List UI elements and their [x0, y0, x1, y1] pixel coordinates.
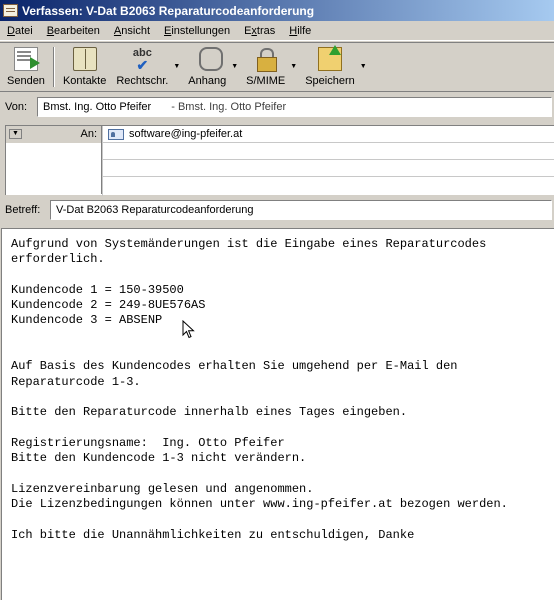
- body-line: Aufgrund von Systemänderungen ist die Ei…: [11, 237, 487, 251]
- chevron-down-icon[interactable]: ▼: [9, 129, 22, 139]
- toolbar-separator: [52, 47, 55, 87]
- body-line: Die Lizenzbedingungen können unter www.i…: [11, 497, 508, 512]
- menu-hilfe[interactable]: Hilfe: [282, 25, 318, 37]
- smime-dropdown-icon[interactable]: ▼: [290, 63, 297, 70]
- message-body[interactable]: Aufgrund von Systemänderungen ist die Ei…: [1, 228, 554, 600]
- subject-row: Betreff: V-Dat B2063 Reparaturcodeanford…: [0, 199, 554, 221]
- recipient-row[interactable]: ▼ An: software@ing-pfeifer.at: [6, 126, 554, 143]
- from-identity: - Bmst. Ing. Otto Pfeifer: [171, 101, 287, 113]
- paperclip-icon: [198, 47, 223, 71]
- attach-label: Anhang: [188, 75, 227, 87]
- spellcheck-label: Rechtschr.: [116, 75, 169, 87]
- recipient-type-label: An:: [80, 128, 97, 140]
- window-title: Verfassen: V-Dat B2063 Reparaturcodeanfo…: [22, 3, 315, 18]
- from-label: Von:: [5, 101, 28, 113]
- body-line: Reparaturcode 1-3.: [11, 374, 141, 389]
- spellcheck-button[interactable]: abc ✔ Rechtschr.: [111, 43, 173, 89]
- recipient-type-empty[interactable]: [6, 177, 102, 194]
- recipient-address-text: software@ing-pfeifer.at: [129, 128, 243, 140]
- body-line: Registrierungsname: Ing. Otto Pfeifer: [11, 435, 285, 450]
- body-line: Kundencode 2 = 249-8UE576AS: [11, 298, 206, 313]
- menu-bearbeiten[interactable]: Bearbeiten: [40, 25, 107, 37]
- body-line: [11, 421, 554, 436]
- recipient-address[interactable]: software@ing-pfeifer.at: [108, 128, 242, 140]
- recipient-type-empty[interactable]: [6, 160, 102, 177]
- body-line: Lizenzvereinbarung gelesen und angenomme…: [11, 481, 314, 496]
- recipient-list[interactable]: ▼ An: software@ing-pfeifer.at: [5, 125, 554, 196]
- body-line: Bitte den Kundencode 1-3 nicht verändern…: [11, 451, 307, 466]
- body-line: Kundencode 1 = 150-39500: [11, 282, 184, 297]
- save-icon: [317, 45, 342, 71]
- subject-input[interactable]: V-Dat B2063 Reparaturcodeanforderung: [50, 200, 552, 220]
- save-label: Speichern: [305, 75, 355, 87]
- body-line: Kundencode 3 = ABSENP: [11, 313, 163, 328]
- save-button[interactable]: Speichern: [300, 43, 360, 89]
- mouse-pointer-icon: [182, 320, 195, 339]
- smime-button[interactable]: S/MIME: [241, 43, 290, 89]
- subject-label: Betreff:: [5, 204, 41, 216]
- toolbar: Senden Kontakte abc ✔ Rechtschr. ▼ Anhang…: [0, 42, 554, 92]
- subject-text: V-Dat B2063 Reparaturcodeanforderung: [56, 204, 254, 216]
- attach-button[interactable]: Anhang: [183, 43, 231, 89]
- recipient-type-empty[interactable]: [6, 143, 102, 160]
- address-book-icon: [72, 47, 97, 71]
- send-button[interactable]: Senden: [2, 43, 50, 89]
- spellcheck-dropdown-icon[interactable]: ▼: [173, 63, 180, 70]
- body-line: Bitte den Reparaturcode innerhalb eines …: [11, 405, 408, 420]
- body-line: [11, 466, 554, 481]
- menu-bar: Datei Bearbeiten Ansicht Einstellungen E…: [0, 21, 554, 41]
- attach-dropdown-icon[interactable]: ▼: [231, 63, 238, 70]
- body-line: erforderlich.: [11, 252, 105, 267]
- menu-extras[interactable]: Extras: [237, 25, 282, 37]
- body-line: [11, 268, 554, 283]
- from-name: Bmst. Ing. Otto Pfeifer: [43, 101, 152, 113]
- send-icon: [13, 47, 40, 71]
- save-dropdown-icon[interactable]: ▼: [360, 63, 367, 70]
- recipient-type-select[interactable]: ▼ An:: [6, 126, 102, 143]
- menu-ansicht[interactable]: Ansicht: [107, 25, 157, 37]
- lock-icon: [254, 47, 278, 72]
- compose-icon: [3, 4, 18, 17]
- contact-card-icon: [108, 128, 124, 140]
- body-line: Ich bitte die Unannähmlichkeiten zu ents…: [11, 527, 415, 542]
- body-line: [11, 329, 554, 344]
- recipient-row-empty[interactable]: [6, 143, 554, 160]
- body-line: [11, 512, 554, 527]
- send-label: Senden: [7, 75, 45, 87]
- title-bar[interactable]: Verfassen: V-Dat B2063 Reparaturcodeanfo…: [0, 0, 554, 21]
- body-line: [11, 344, 554, 359]
- smime-label: S/MIME: [246, 75, 286, 87]
- from-row: Von: Bmst. Ing. Otto Pfeifer - Bmst. Ing…: [0, 96, 554, 118]
- recipient-row-empty[interactable]: [6, 160, 554, 177]
- menu-einstellungen[interactable]: Einstellungen: [157, 25, 237, 37]
- menu-datei[interactable]: Datei: [0, 25, 40, 37]
- contacts-button[interactable]: Kontakte: [58, 43, 111, 89]
- body-line: [11, 390, 554, 405]
- body-line: Auf Basis des Kundencodes erhalten Sie u…: [11, 359, 458, 374]
- spellcheck-icon: abc ✔: [132, 47, 152, 73]
- contacts-label: Kontakte: [62, 75, 107, 87]
- recipient-row-empty[interactable]: [6, 177, 554, 194]
- from-select[interactable]: Bmst. Ing. Otto Pfeifer - Bmst. Ing. Ott…: [37, 97, 552, 117]
